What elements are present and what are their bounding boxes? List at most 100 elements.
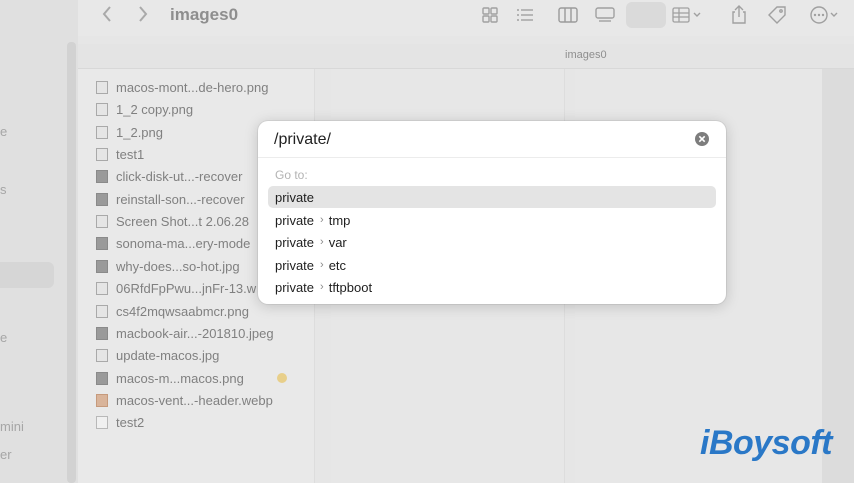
sidebar-item-fragment[interactable]: e [0,124,7,139]
chevron-left-icon [102,6,111,22]
ellipsis-circle-icon [810,6,838,24]
share-icon [732,5,746,24]
file-name: test1 [116,146,145,162]
file-thumbnail-icon [96,304,108,318]
yellow-tag-dot [277,373,287,383]
suggestion-private-var[interactable]: private › var [268,231,716,253]
toolbar: images0 [78,0,854,36]
suggestion-base: private [275,257,315,273]
group-icon [672,7,701,23]
file-row[interactable]: macos-vent...-header.webp [96,389,273,411]
file-name: Screen Shot...t 2.06.28 [116,213,249,229]
path-header: images0 [78,44,854,69]
clear-x-icon [695,132,709,146]
chevron-right-icon: › [320,281,324,293]
file-name: macos-m...macos.png [116,370,244,386]
file-row[interactable]: why-does...so-hot.jpg [96,255,240,277]
file-row[interactable]: 1_2 copy.png [96,98,193,120]
file-thumbnail-icon [96,348,108,362]
forward-button[interactable] [136,4,150,28]
watermark-logo: iBoysoft [700,424,833,462]
column-view-icon-wrap [557,5,579,25]
file-thumbnail-icon [96,259,108,273]
file-name: macos-mont...de-hero.png [116,79,269,95]
chevron-right-icon: › [320,259,324,271]
suggestion-base: private [275,212,315,228]
file-thumbnail-icon [96,371,108,385]
columns-icon [558,7,578,23]
sidebar-item-selected[interactable] [0,262,54,288]
suggestion-private-tmp[interactable]: private › tmp [268,209,716,231]
clear-button[interactable] [694,131,710,147]
chevron-right-icon: › [320,214,324,226]
suggestion-private-etc[interactable]: private › etc [268,254,716,276]
file-row[interactable]: cs4f2mqwsaabmcr.png [96,300,249,322]
file-thumbnail-icon [96,214,108,228]
file-row[interactable]: Screen Shot...t 2.06.28 [96,210,249,232]
file-row[interactable]: sonoma-ma...ery-mode [96,232,250,254]
file-row[interactable]: reinstall-son...-recover [96,188,245,210]
suggestion-private[interactable]: private [268,186,716,208]
list-icon [517,9,533,21]
divider [258,157,726,158]
file-row[interactable]: macos-mont...de-hero.png [96,76,268,98]
sidebar-item-fragment[interactable]: s [0,182,7,197]
file-name: sonoma-ma...ery-mode [116,235,251,251]
file-name: click-disk-ut...-recover [116,168,243,184]
gallery-icon [595,7,615,22]
file-row[interactable]: macos-m...macos.png [96,367,244,389]
file-row[interactable]: click-disk-ut...-recover [96,165,242,187]
file-name: reinstall-son...-recover [116,191,245,207]
file-row[interactable]: update-macos.jpg [96,344,219,366]
file-name: macos-vent...-header.webp [116,392,273,408]
path-input[interactable] [274,129,674,151]
column-view-button[interactable] [626,2,666,28]
suggestion-private-tftpboot[interactable]: private › tftpboot [268,276,716,298]
sidebar-item-fragment[interactable]: mini [0,419,24,434]
file-name: why-does...so-hot.jpg [116,258,240,274]
column-edge [822,69,854,483]
gallery-view-button[interactable] [594,5,616,25]
grid-icon [482,7,498,23]
file-thumbnail-icon [96,281,108,295]
chevron-right-icon [139,6,148,22]
file-name: 1_2 copy.png [116,101,194,117]
file-thumbnail-icon [96,169,108,183]
file-row[interactable]: test2 [96,411,144,433]
file-row[interactable]: macbook-air...-201810.jpeg [96,322,274,344]
file-thumbnail-icon [96,147,108,161]
list-view-button[interactable] [514,5,536,25]
file-thumbnail-icon [96,415,108,429]
file-thumbnail-icon [96,326,108,340]
file-name: test2 [116,414,145,430]
file-name: update-macos.jpg [116,347,220,363]
chevron-right-icon: › [320,236,324,248]
window-title: images0 [170,5,239,24]
group-button[interactable] [670,5,704,25]
go-to-folder-dialog: Go to: private private › tmp private › v… [258,121,726,304]
file-name: cs4f2mqwsaabmcr.png [116,303,249,319]
file-thumbnail-icon [96,102,108,116]
suggestion-sub: tftpboot [328,279,373,295]
go-to-label: Go to: [275,168,308,182]
suggestion-sub: tmp [328,212,351,228]
suggestion-base: private [275,189,315,205]
file-name: 1_2.png [116,124,163,140]
sidebar-item-fragment[interactable]: e [0,330,7,345]
file-row[interactable]: 1_2.png [96,121,163,143]
file-name: macbook-air...-201810.jpeg [116,325,274,341]
tag-button[interactable] [766,5,788,25]
suggestion-sub: var [328,234,347,250]
icon-view-button[interactable] [479,5,501,25]
sidebar: e s e mini er [0,0,78,483]
back-button[interactable] [100,4,114,28]
sidebar-item-fragment[interactable]: er [0,447,12,462]
file-row[interactable]: test1 [96,143,144,165]
more-actions-button[interactable] [808,5,842,25]
file-thumbnail-icon [96,192,108,206]
file-thumbnail-icon [96,125,108,139]
sidebar-scrollbar[interactable] [67,42,76,483]
file-row[interactable]: 06RfdFpPwu...jnFr-13.w [96,277,256,299]
share-button[interactable] [728,5,750,25]
file-thumbnail-icon [96,393,108,407]
